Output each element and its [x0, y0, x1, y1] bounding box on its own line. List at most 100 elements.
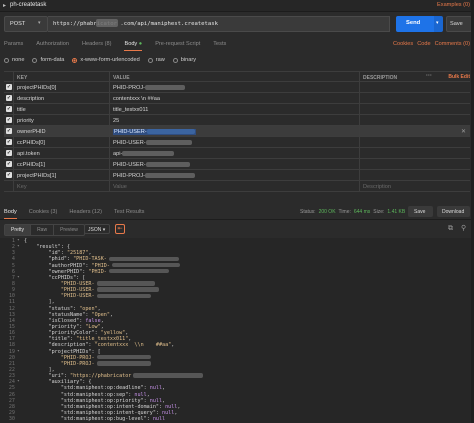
title-bar: ▸ ph-createtask Examples (0) — [0, 0, 474, 12]
header-check-cell — [4, 72, 14, 81]
radio-label: none — [12, 57, 25, 63]
checkbox-checked-icon[interactable]: ✓ — [6, 150, 12, 156]
row-key[interactable]: description — [14, 93, 110, 103]
tab-pre-request-script[interactable]: Pre-request Script — [155, 41, 200, 51]
tab-body[interactable]: Body ● — [124, 41, 143, 51]
checkbox-checked-icon[interactable]: ✓ — [6, 84, 12, 90]
send-button[interactable]: Send — [396, 16, 434, 32]
row-value[interactable]: contentxxx \n ##aa — [110, 93, 360, 103]
row-value-cell[interactable]: PHID-PROJ- — [110, 82, 360, 92]
request-title[interactable]: ph-createtask — [10, 2, 46, 8]
line-number: 30 — [8, 416, 15, 423]
collapse-caret-icon[interactable]: ▸ — [3, 2, 6, 9]
row-check-cell: ✓ — [4, 93, 14, 103]
radio-binary[interactable]: binary — [172, 57, 196, 63]
row-key[interactable]: ccPHIDs[0] — [14, 137, 110, 147]
row-description[interactable] — [360, 82, 470, 92]
tab-response-body[interactable]: Body — [4, 209, 17, 219]
view-preview[interactable]: Preview — [54, 225, 84, 235]
format-select[interactable]: JSON ▾ — [84, 224, 110, 234]
row-key[interactable]: api.token — [14, 148, 110, 158]
body-type-radios: none form-data x-www-form-urlencoded raw… — [4, 57, 196, 63]
new-key-input[interactable]: Key — [14, 181, 110, 191]
checkbox-checked-icon[interactable]: ✓ — [6, 128, 12, 134]
search-icon[interactable]: ⚲ — [461, 224, 466, 232]
bulk-edit-link[interactable]: Bulk Edit — [448, 74, 470, 80]
download-button[interactable]: Download — [437, 206, 470, 217]
delete-row-icon[interactable]: ✕ — [461, 128, 466, 135]
row-value-cell[interactable]: PHID-USER- — [110, 126, 360, 136]
row-key[interactable]: ownerPHID — [14, 126, 110, 136]
row-value-cell[interactable]: PHID-USER- — [110, 159, 360, 169]
checkbox-checked-icon[interactable]: ✓ — [6, 139, 12, 145]
table-row: ✓ priority 25 — [4, 115, 470, 126]
redacted-value — [133, 373, 204, 378]
radio-none[interactable]: none — [4, 57, 24, 63]
tab-tests[interactable]: Tests — [213, 41, 226, 51]
row-value-cell[interactable]: PHID-USER- — [110, 137, 360, 147]
row-description[interactable] — [360, 126, 470, 136]
row-description[interactable] — [360, 148, 470, 158]
save-response-button[interactable]: Save — [408, 206, 433, 217]
row-value: api- — [113, 151, 123, 157]
tab-params[interactable]: Params — [4, 41, 23, 51]
row-description[interactable] — [360, 137, 470, 147]
tab-test-results[interactable]: Test Results — [114, 209, 144, 219]
table-row: ✓ projectPHIDs[0] PHID-PROJ- — [4, 82, 470, 93]
radio-label: form-data — [40, 57, 65, 63]
cookies-link[interactable]: Cookies — [393, 41, 413, 47]
tab-response-cookies[interactable]: Cookies (3) — [29, 209, 58, 219]
new-description-input[interactable]: Description — [360, 181, 470, 191]
radio-form-data[interactable]: form-data — [32, 57, 64, 63]
response-body-code[interactable]: 1 ▾{2 ▾ "result": {3 "id": "25187", 4 "phid… — [0, 238, 474, 423]
radio-circle-icon — [4, 57, 9, 63]
radio-circle-icon — [32, 57, 38, 63]
row-value-cell[interactable]: PHID-PROJ- — [110, 170, 360, 180]
new-value-input[interactable]: Value — [110, 181, 360, 191]
row-value[interactable]: 25 — [110, 115, 360, 125]
tab-headers[interactable]: Headers (8) — [82, 41, 112, 51]
radio-raw[interactable]: raw — [147, 57, 165, 63]
row-description[interactable] — [360, 170, 470, 180]
row-key[interactable]: priority — [14, 115, 110, 125]
params-table: KEY VALUE DESCRIPTION ··· Bulk Edit ✓ pr… — [4, 71, 470, 192]
checkbox-checked-icon[interactable]: ✓ — [6, 172, 12, 178]
redacted-value — [96, 287, 159, 292]
table-row: ✓ ccPHIDs[1] PHID-USER- — [4, 159, 470, 170]
save-button[interactable]: Save — [446, 16, 472, 32]
tab-response-headers[interactable]: Headers (12) — [69, 209, 102, 219]
row-key[interactable]: projectPHIDs[0] — [14, 82, 110, 92]
wrap-lines-icon[interactable]: ⇤ — [115, 224, 125, 234]
tab-authorization[interactable]: Authorization — [36, 41, 69, 51]
row-key[interactable]: projectPHIDs[1] — [14, 170, 110, 180]
row-value: PHID-USER- — [113, 162, 146, 168]
checkbox-checked-icon[interactable]: ✓ — [6, 117, 12, 123]
row-key[interactable]: ccPHIDs[1] — [14, 159, 110, 169]
send-options-chevron-icon[interactable]: ▾ — [434, 16, 443, 32]
redacted-value — [146, 129, 195, 135]
row-description[interactable] — [360, 159, 470, 169]
row-description[interactable] — [360, 115, 470, 125]
row-description[interactable] — [360, 104, 470, 114]
checkbox-checked-icon[interactable]: ✓ — [6, 106, 12, 112]
copy-icon[interactable]: ⧉ — [448, 225, 453, 233]
row-description[interactable] — [360, 93, 470, 103]
comments-link[interactable]: Comments (0) — [435, 41, 470, 47]
radio-urlencoded[interactable]: x-www-form-urlencoded — [72, 57, 140, 63]
row-key[interactable]: title — [14, 104, 110, 114]
method-select[interactable]: POST — [4, 16, 48, 32]
code-link[interactable]: Code — [417, 41, 430, 47]
more-options-icon[interactable]: ··· — [426, 73, 432, 79]
row-value[interactable]: title_testxx011 — [110, 104, 360, 114]
view-mode-toggle: Pretty Raw Preview — [4, 224, 85, 236]
view-raw[interactable]: Raw — [31, 225, 55, 235]
row-value-cell[interactable]: api- — [110, 148, 360, 158]
checkbox-checked-icon[interactable]: ✓ — [6, 161, 12, 167]
view-pretty[interactable]: Pretty — [5, 225, 32, 235]
checkbox-checked-icon[interactable]: ✓ — [6, 95, 12, 101]
examples-dropdown[interactable]: Examples (0) — [437, 2, 470, 8]
row-check-cell: ✓ — [4, 137, 14, 147]
time-label: Time: — [338, 209, 351, 215]
radio-circle-icon — [147, 57, 153, 63]
tab-body-label: Body — [124, 41, 138, 47]
